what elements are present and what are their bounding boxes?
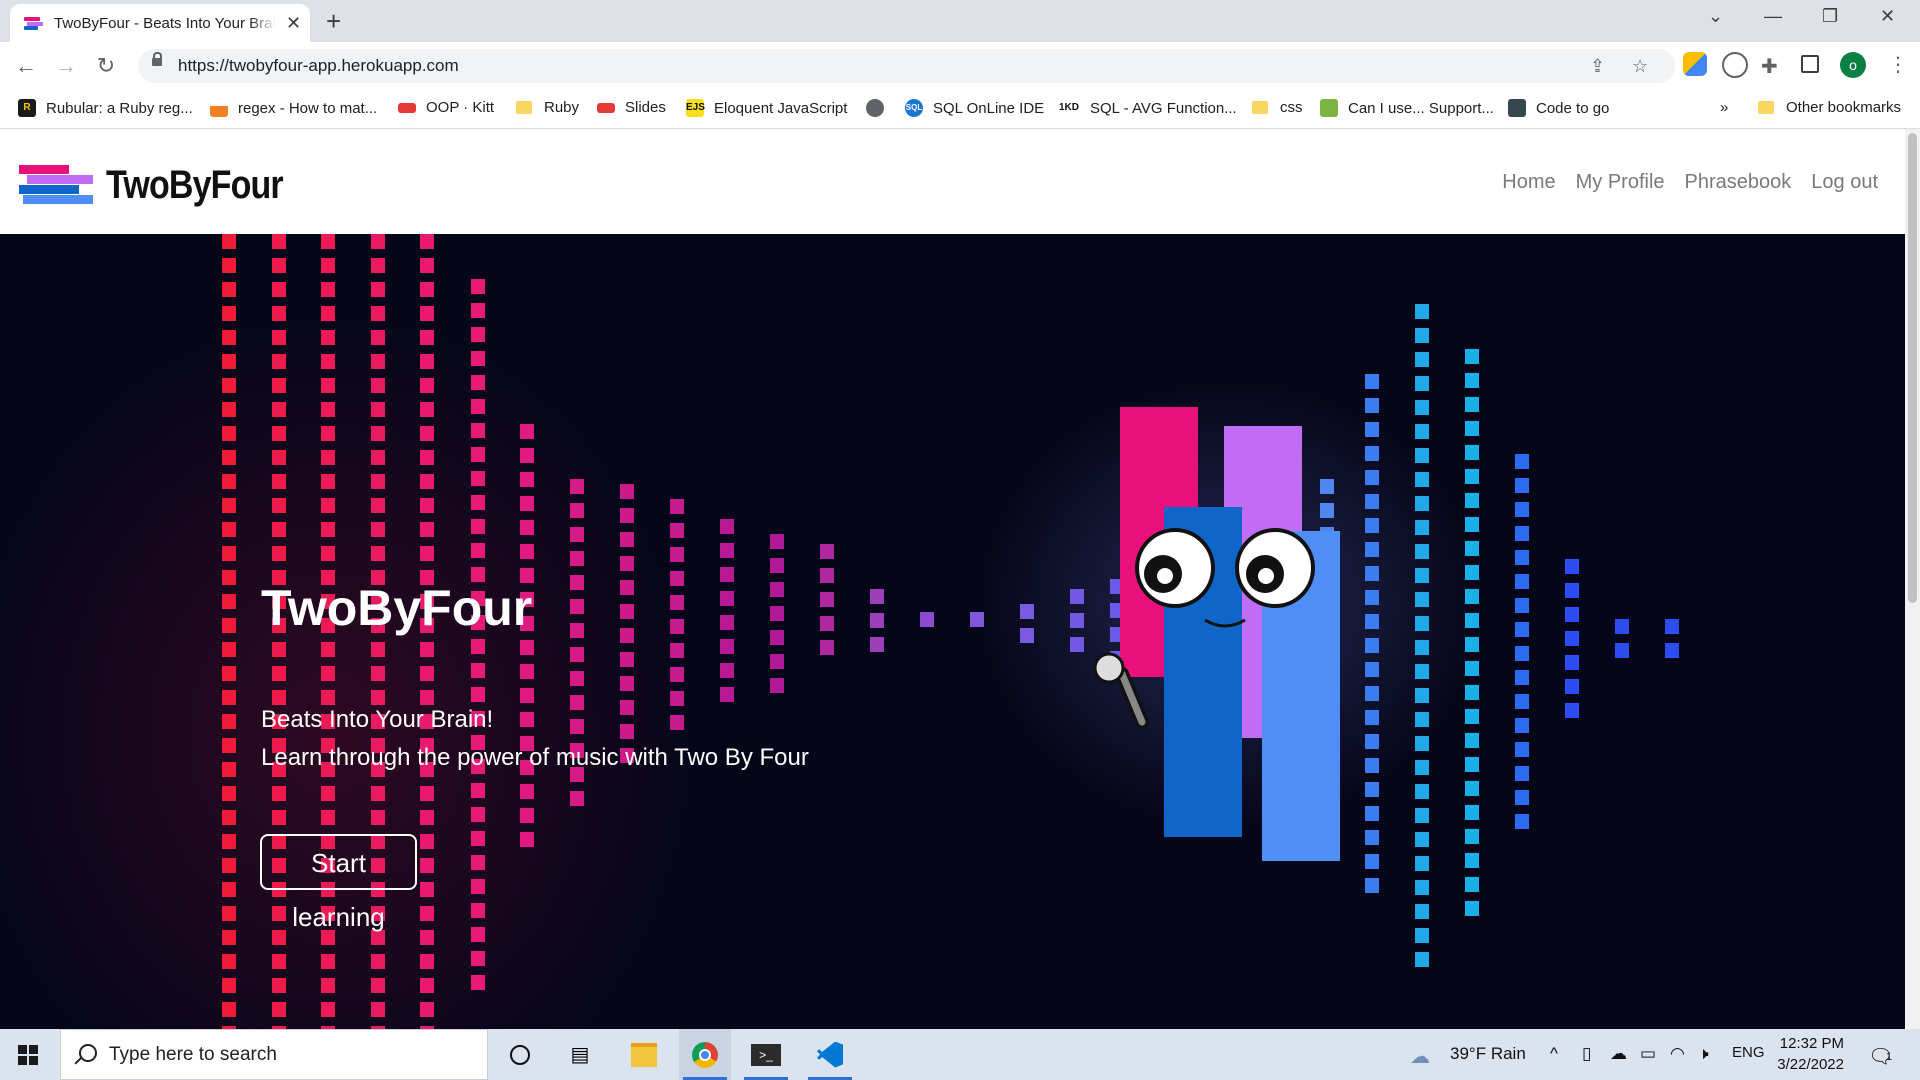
show-hidden-icons-chevron[interactable]: ^ [1550,1044,1558,1064]
bookmark-slides[interactable]: Slides [597,99,666,116]
hero-title: TwoByFour [261,580,533,636]
cortana-icon[interactable] [494,1029,546,1080]
bookmark-eloquent-js[interactable]: EJS Eloquent JavaScript [686,99,847,117]
browser-toolbar: ← → ↻ https://twobyfour-app.herokuapp.co… [0,42,1920,90]
favicon-icon [24,16,44,30]
tab-close-icon[interactable]: ✕ [286,13,301,34]
clock[interactable]: 12:32 PM 3/22/2022 [1764,1033,1844,1075]
caniuse-icon [1320,99,1338,117]
other-bookmarks-folder[interactable]: Other bookmarks [1758,99,1901,116]
language-indicator[interactable]: ENG [1732,1044,1765,1061]
search-icon [79,1044,97,1062]
notification-count: 1 [1886,1051,1893,1063]
site-navbar: TwoByFour Home My Profile Phrasebook Log… [0,129,1905,234]
globe-icon [866,99,884,117]
puzzle-extensions-icon[interactable]: ✚ [1761,54,1778,79]
browser-tab[interactable]: TwoByFour - Beats Into Your Brain ✕ [10,4,310,42]
ejs-icon: EJS [686,99,705,117]
kitt-icon [398,102,416,113]
battery-icon[interactable]: ▭ [1640,1044,1656,1064]
nav-phrasebook-link[interactable]: Phrasebook [1685,171,1792,194]
restore-button[interactable]: ❐ [1822,6,1838,27]
tab-search-icon[interactable]: ⌄ [1708,6,1723,27]
url-text[interactable]: https://twobyfour-app.herokuapp.com [178,56,459,76]
wifi-icon[interactable]: ◠ [1670,1044,1685,1064]
clock-date: 3/22/2022 [1777,1056,1844,1073]
taskbar-search-box[interactable]: Type here to search [60,1029,488,1080]
address-bar[interactable]: https://twobyfour-app.herokuapp.com ⇪ ☆ [138,49,1675,83]
nav-logout-link[interactable]: Log out [1811,171,1878,194]
bookmark-rubular[interactable]: R Rubular: a Ruby reg... [18,99,193,117]
weather-text[interactable]: 39°F Rain [1450,1044,1526,1064]
bookmark-globe[interactable] [866,99,894,117]
nav-home-link[interactable]: Home [1502,171,1555,194]
tab-strip: TwoByFour - Beats Into Your Brain ✕ + ⌄ … [0,0,1920,42]
bookmark-code-to-go[interactable]: Code to go [1508,99,1609,117]
folder-icon [1758,101,1774,114]
bookmark-can-i-use[interactable]: Can I use... Support... [1320,99,1494,117]
bookmarks-bar: R Rubular: a Ruby reg... regex - How to … [0,90,1920,129]
nav-my-profile-link[interactable]: My Profile [1576,171,1665,194]
back-arrow-icon[interactable]: ← [12,52,40,80]
site-nav-links: Home My Profile Phrasebook Log out [1502,171,1878,194]
weather-rain-icon[interactable]: ☁ [1410,1044,1430,1069]
tab-title: TwoByFour - Beats Into Your Brain [54,14,276,32]
task-view-icon[interactable]: ▤ [554,1029,606,1080]
clock-time: 12:32 PM [1779,1035,1844,1052]
chrome-taskbar-icon[interactable] [679,1029,731,1080]
brand-name[interactable]: TwoByFour [106,163,284,208]
folder-icon [516,101,532,114]
hero-description: Learn through the power of music with Tw… [261,744,809,771]
bookmark-sql-avg[interactable]: 1KD SQL - AVG Function... [1058,99,1237,117]
vscode-icon[interactable] [804,1029,856,1080]
hero-subtitle: Beats Into Your Brain! Learn through the… [261,701,809,777]
sql-ide-icon: SQL [905,99,923,117]
bookmark-oop-kitt[interactable]: OOP · Kitt [398,99,494,116]
close-window-button[interactable]: ✕ [1880,6,1895,27]
slides-icon [597,102,615,113]
bookmark-folder-ruby[interactable]: Ruby [516,99,579,116]
windows-taskbar: Type here to search ▤ >_ ☁ 39°F Rain ^ ▯… [0,1029,1920,1080]
volume-muted-icon[interactable]: 🕨 [1698,1044,1709,1064]
microphone-icon [1093,652,1125,684]
bookmarks-overflow-button[interactable]: » [1720,99,1728,116]
extension-circle-icon[interactable] [1722,52,1748,78]
share-icon[interactable]: ⇪ [1590,56,1605,77]
bookmark-sql-online-ide[interactable]: SQL SQL OnLine IDE [905,99,1044,117]
terminal-icon[interactable]: >_ [740,1029,792,1080]
minimize-button[interactable]: — [1764,6,1782,27]
new-tab-button[interactable]: + [326,6,341,37]
onedrive-cloud-icon[interactable]: ☁ [1610,1044,1627,1064]
windows-start-icon[interactable] [18,1045,38,1065]
side-panel-icon[interactable] [1801,55,1819,73]
hero-tagline: Beats Into Your Brain! [261,706,494,733]
lock-icon [152,52,162,66]
profile-avatar[interactable]: o [1840,52,1866,78]
forward-arrow-icon[interactable]: → [52,52,80,80]
page-scrollbar[interactable] [1905,129,1920,1029]
rubular-icon: R [18,99,36,117]
bookmark-regex[interactable]: regex - How to mat... [210,99,377,117]
1kd-icon: 1KD [1058,102,1079,113]
reload-icon[interactable]: ↻ [92,52,120,80]
device-icon[interactable]: ▯ [1582,1044,1591,1064]
stackoverflow-icon [210,99,228,117]
bookmark-star-icon[interactable]: ☆ [1632,56,1648,77]
bookmark-folder-css[interactable]: css [1252,99,1303,116]
extension-icon[interactable] [1683,52,1707,76]
code-to-go-icon [1508,99,1526,117]
hero-banner: TwoByFour Beats Into Your Brain! Learn t… [0,234,1905,1029]
menu-kebab-icon[interactable]: ⋮ [1888,52,1908,77]
search-placeholder: Type here to search [109,1044,277,1065]
file-explorer-icon[interactable] [618,1029,670,1080]
folder-icon [1252,101,1268,114]
twobyfour-logo-icon[interactable] [19,165,93,205]
scrollbar-thumb[interactable] [1908,133,1917,603]
start-learning-button[interactable]: Start learning [260,834,417,932]
